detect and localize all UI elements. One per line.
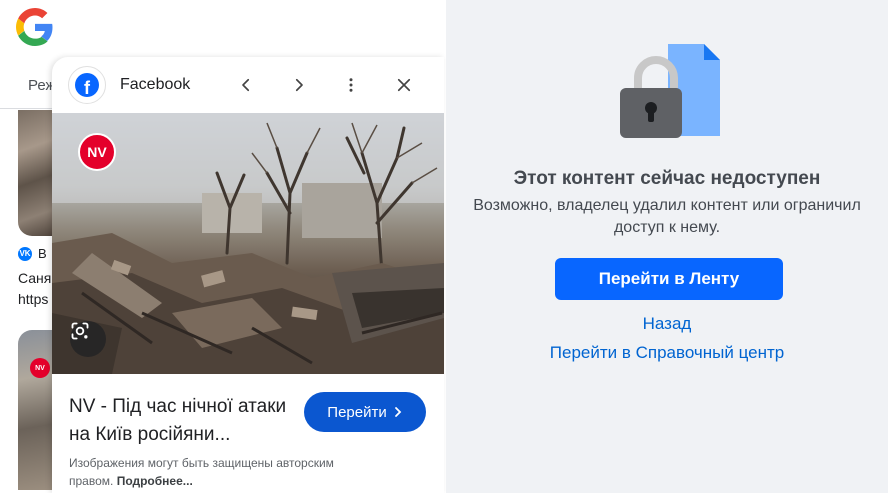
lock-document-icon (620, 44, 720, 138)
copyright-notice: Изображения могут быть защищены авторски… (69, 454, 379, 490)
preview-image[interactable]: NV (52, 113, 444, 374)
back-link[interactable]: Назад (446, 314, 888, 334)
go-to-feed-button[interactable]: Перейти в Ленту (555, 258, 783, 300)
more-vert-icon (349, 78, 353, 92)
chevron-right-icon (295, 78, 303, 92)
previous-button[interactable] (232, 71, 260, 99)
preview-header: f Facebook (52, 57, 444, 113)
google-logo-icon[interactable] (16, 8, 54, 46)
facebook-logo-icon: f (75, 73, 99, 97)
next-button[interactable] (285, 71, 313, 99)
divider (0, 108, 60, 109)
learn-more-link[interactable]: Подробнее... (117, 474, 193, 488)
nv-logo-icon: NV (78, 133, 116, 171)
result-source[interactable]: VK В (18, 246, 47, 261)
image-preview-panel: f Facebook NV NV - Під час нічної атаки … (52, 57, 444, 493)
unavailable-description: Возможно, владелец удалил контент или ог… (473, 197, 861, 236)
chevron-right-icon (394, 407, 401, 417)
help-center-link[interactable]: Перейти в Справочный центр (446, 343, 888, 363)
site-name[interactable]: Facebook (120, 76, 190, 94)
chevron-left-icon (242, 78, 250, 92)
google-lens-icon (71, 322, 89, 340)
nv-logo-icon: NV (30, 358, 50, 378)
unavailable-title: Этот контент сейчас недоступен (513, 168, 821, 189)
google-lens-button[interactable] (70, 321, 106, 357)
visit-button[interactable]: Перейти (304, 392, 426, 432)
more-options-button[interactable] (337, 71, 365, 99)
visit-button-label: Перейти (327, 403, 387, 421)
result-title[interactable]: Саня (18, 270, 51, 286)
result-url: https (18, 291, 49, 307)
facebook-unavailable-pane: Этот контент сейчас недоступен Возможно,… (446, 0, 888, 493)
close-button[interactable] (390, 71, 418, 99)
vk-icon: VK (18, 246, 32, 261)
result-source-name: В (38, 246, 47, 261)
site-favicon: f (68, 66, 106, 104)
close-icon (397, 78, 411, 92)
preview-title[interactable]: NV - Під час нічної атаки на Київ російя… (69, 393, 299, 449)
copyright-text: Изображения могут быть защищены авторски… (69, 456, 334, 488)
